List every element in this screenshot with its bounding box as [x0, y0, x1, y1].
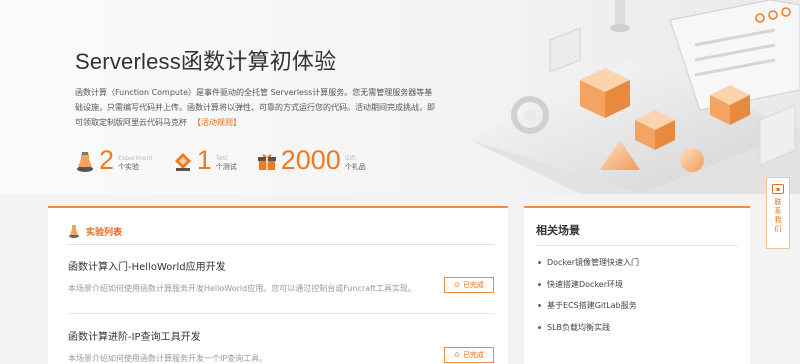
related-scene-item[interactable]: SLB负载均衡实践 [538, 317, 639, 339]
contact-us-label: 联系我们 [774, 198, 782, 234]
related-scene-label[interactable]: Docker镜像管理快速入门 [547, 257, 639, 268]
stat-en-label: Experiment [118, 155, 153, 162]
stat-cn-label: 个测试 [215, 163, 237, 171]
related-scenes-card: 相关场景 Docker镜像管理快速入门 快速搭建Docker环境 基于ECS搭建… [524, 206, 750, 364]
experiment-title[interactable]: 函数计算入门-HelloWorld应用开发 [68, 258, 494, 273]
hero-illustration [470, 0, 800, 194]
list-item[interactable]: 函数计算进阶-IP查询工具开发 本场景介绍如何使用函数计算服务开发一个IP查询工… [68, 328, 494, 364]
related-scene-item[interactable]: 快速搭建Docker环境 [538, 274, 639, 296]
clock-icon: ⊙ [454, 351, 460, 359]
flask-icon [69, 225, 79, 238]
divider [68, 313, 494, 314]
stat-number: 2 [99, 145, 115, 175]
stat-cn-label: 个实验 [118, 163, 140, 171]
experiment-description: 本场景介绍如何使用函数计算服务开发HelloWorld应用。您可以通过控制台或F… [68, 284, 416, 293]
related-scene-item[interactable]: 基于ECS搭建GitLab服务 [538, 295, 639, 317]
contact-us-button[interactable]: ▪ 联系我们 [766, 177, 790, 249]
related-scene-item[interactable]: Docker镜像管理快速入门 [538, 252, 639, 274]
gift-icon [257, 154, 276, 170]
status-label: 已完成 [462, 281, 484, 289]
divider [536, 245, 738, 246]
stat-gifts: 2000 Gift 个礼品 [257, 145, 366, 175]
stat-en-label: Test [215, 155, 228, 162]
divider [68, 244, 494, 245]
bullet-icon [538, 325, 541, 329]
related-scene-label[interactable]: 基于ECS搭建GitLab服务 [547, 300, 637, 311]
bullet-icon [538, 261, 541, 265]
activity-rules-link[interactable]: 【活动规则】 [193, 118, 241, 127]
hero-description-text: 函数计算（Function Compute）是事件驱动的全托管 Serverle… [75, 88, 435, 127]
bullet-icon [538, 304, 541, 308]
stat-tests: 1 Test 个测试 [173, 145, 237, 175]
stats-row: 2 Experiment 个实验 1 Test 个测试 2000 Gift 个礼… [75, 145, 386, 175]
medal-icon [174, 153, 191, 171]
completed-button[interactable]: ⊙ 已完成 [444, 277, 494, 293]
hero-title: Serverless函数计算初体验 [75, 49, 337, 74]
stat-en-label: Gift [344, 155, 356, 162]
stat-experiments: 2 Experiment 个实验 [75, 145, 153, 175]
flask-icon [77, 152, 93, 172]
bullet-icon [538, 282, 541, 286]
related-scenes-title: 相关场景 [536, 224, 580, 237]
experiment-list-card: 实验列表 函数计算入门-HelloWorld应用开发 本场景介绍如何使用函数计算… [48, 206, 508, 364]
experiment-description: 本场景介绍如何使用函数计算服务开发一个IP查询工具。 [68, 354, 268, 363]
experiment-list-title: 实验列表 [86, 227, 123, 238]
list-item[interactable]: 函数计算入门-HelloWorld应用开发 本场景介绍如何使用函数计算服务开发H… [68, 258, 494, 294]
stat-cn-label: 个礼品 [344, 163, 366, 171]
status-label: 已完成 [462, 351, 484, 359]
related-scene-label[interactable]: 快速搭建Docker环境 [547, 279, 623, 290]
stat-number: 1 [196, 145, 212, 175]
hero-description: 函数计算（Function Compute）是事件驱动的全托管 Serverle… [75, 85, 435, 130]
experiment-list-header: 实验列表 [68, 224, 122, 238]
experiment-title[interactable]: 函数计算进阶-IP查询工具开发 [68, 328, 494, 343]
related-scene-label[interactable]: SLB负载均衡实践 [547, 322, 610, 333]
completed-button[interactable]: ⊙ 已完成 [444, 347, 494, 363]
stat-number: 2000 [280, 145, 341, 175]
hero-banner: Serverless函数计算初体验 函数计算（Function Compute）… [0, 0, 800, 194]
related-scenes-list: Docker镜像管理快速入门 快速搭建Docker环境 基于ECS搭建GitLa… [538, 252, 639, 338]
chat-icon: ▪ [772, 184, 784, 194]
clock-icon: ⊙ [454, 281, 460, 289]
